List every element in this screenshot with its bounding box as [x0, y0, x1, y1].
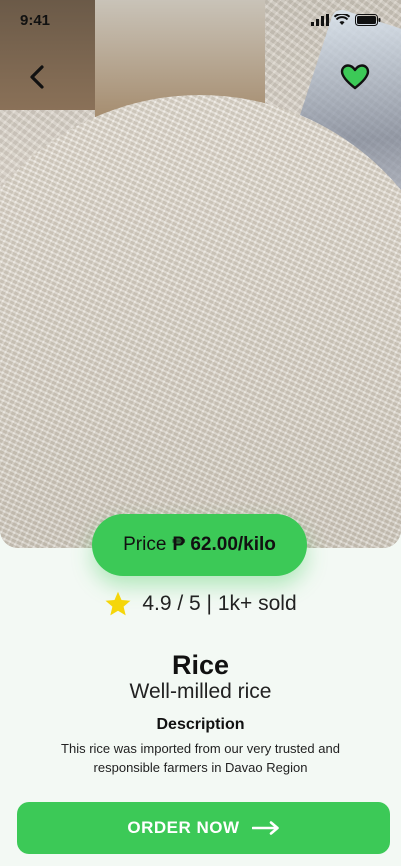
rating-text: 4.9 / 5 | 1k+ sold [142, 592, 297, 615]
star-icon [105, 591, 131, 616]
heart-icon [340, 64, 370, 90]
description-heading: Description [156, 716, 245, 733]
price-value: ₱ 62.00/kilo [172, 534, 276, 555]
back-button[interactable] [26, 64, 52, 90]
arrow-right-icon [251, 821, 279, 835]
product-name: Rice [171, 650, 230, 680]
back-arrow-icon [30, 65, 44, 89]
price-badge: Price ₱ 62.00/kilo [92, 514, 307, 576]
order-now-label: ORDER NOW [127, 818, 240, 837]
battery-icon [355, 14, 381, 26]
rating-row: 4.9 / 5 | 1k+ sold [0, 590, 401, 618]
status-time: 9:41 [20, 11, 51, 29]
rice-grains [0, 95, 401, 548]
order-now-button[interactable]: ORDER NOW [17, 802, 390, 854]
signal-icon [311, 14, 329, 26]
description-text: This rice was imported from our very tru… [61, 741, 340, 775]
favorite-button[interactable] [340, 64, 370, 90]
wifi-icon [334, 14, 350, 25]
product-variety: Well-milled rice [129, 680, 272, 703]
status-bar: 9:41 [0, 0, 401, 40]
status-icons [311, 14, 381, 26]
price-label: Price [123, 534, 167, 555]
